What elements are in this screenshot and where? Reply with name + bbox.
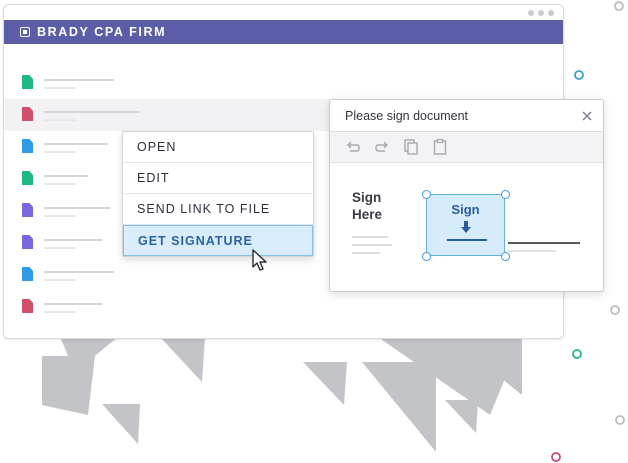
arrow-down-icon — [461, 221, 471, 233]
file-icon — [22, 299, 33, 313]
file-name-placeholder — [44, 207, 110, 209]
file-icon — [22, 107, 33, 121]
title-bar: BRADY CPA FIRM — [4, 20, 563, 44]
signature-line — [508, 242, 580, 244]
file-meta-placeholder — [44, 151, 76, 153]
file-row[interactable] — [4, 67, 563, 99]
file-meta-placeholder — [44, 87, 76, 89]
resize-handle[interactable] — [422, 190, 431, 199]
signature-subline — [508, 250, 556, 252]
redo-icon[interactable] — [373, 138, 391, 156]
file-icon — [22, 235, 33, 249]
window-dot[interactable] — [548, 10, 554, 16]
file-meta-placeholder — [44, 215, 76, 217]
file-icon — [22, 267, 33, 281]
file-meta-placeholder — [44, 119, 76, 121]
sign-dialog: Please sign document Sign Here Sign — [329, 99, 604, 292]
signature-baseline — [447, 239, 487, 241]
undo-icon[interactable] — [344, 138, 362, 156]
file-name-placeholder — [44, 111, 139, 113]
signature-field[interactable]: Sign — [426, 194, 505, 256]
file-name-placeholder — [44, 239, 102, 241]
resize-handle[interactable] — [501, 252, 510, 261]
copy-icon[interactable] — [402, 138, 420, 156]
file-name-placeholder — [44, 303, 102, 305]
firm-name: BRADY CPA FIRM — [37, 25, 167, 39]
menu-item-send-link[interactable]: SEND LINK TO FILE — [123, 194, 313, 225]
menu-item-open[interactable]: OPEN — [123, 132, 313, 163]
mouse-pointer-icon — [252, 249, 267, 271]
resize-handle[interactable] — [501, 190, 510, 199]
sign-button-label: Sign — [451, 202, 480, 217]
file-meta-placeholder — [44, 183, 76, 185]
file-name-placeholder — [44, 175, 88, 177]
file-name-placeholder — [44, 143, 108, 145]
file-icon — [22, 171, 33, 185]
sign-here-label: Sign Here — [352, 190, 383, 222]
file-row[interactable] — [4, 291, 563, 323]
file-meta-placeholder — [44, 311, 76, 313]
file-name-placeholder — [44, 79, 114, 81]
menu-item-edit[interactable]: EDIT — [123, 163, 313, 194]
window-dot[interactable] — [528, 10, 534, 16]
window-controls — [528, 10, 554, 16]
file-icon — [22, 139, 33, 153]
document-preview: Sign Here Sign — [330, 163, 603, 291]
file-meta-placeholder — [44, 247, 76, 249]
context-menu: OPEN EDIT SEND LINK TO FILE GET SIGNATUR… — [122, 131, 314, 257]
dialog-toolbar — [330, 132, 603, 163]
menu-item-get-signature[interactable]: GET SIGNATURE — [123, 225, 313, 256]
file-icon — [22, 203, 33, 217]
close-icon[interactable] — [581, 110, 593, 122]
dialog-header: Please sign document — [330, 100, 603, 132]
firm-logo-icon — [20, 27, 30, 37]
window-dot[interactable] — [538, 10, 544, 16]
dialog-title: Please sign document — [345, 108, 468, 123]
clipboard-icon[interactable] — [431, 138, 449, 156]
file-meta-placeholder — [44, 279, 76, 281]
file-icon — [22, 75, 33, 89]
file-name-placeholder — [44, 271, 114, 273]
resize-handle[interactable] — [422, 252, 431, 261]
